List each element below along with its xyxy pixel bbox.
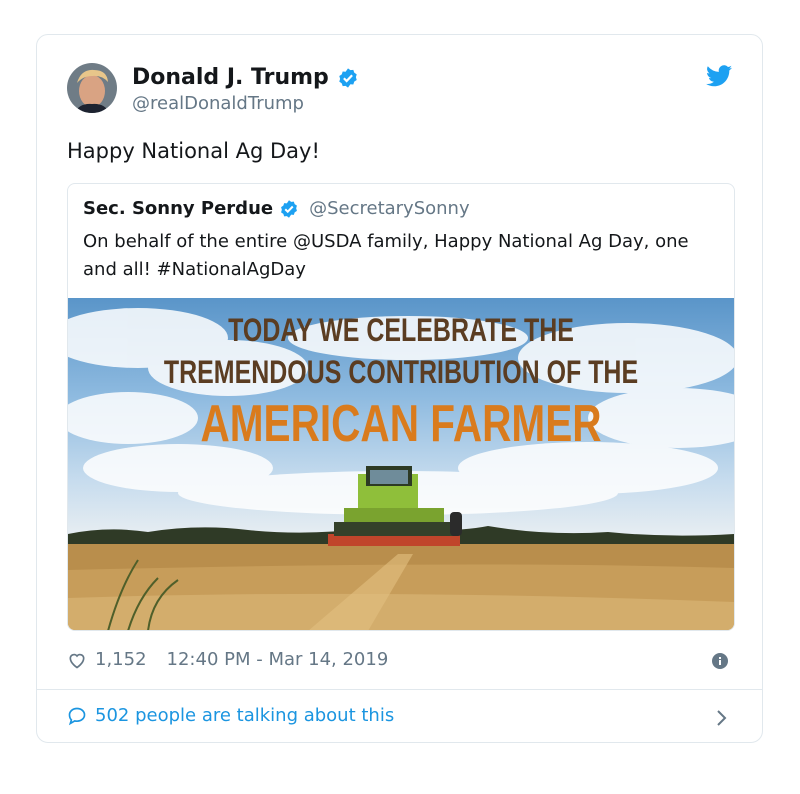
verified-badge-icon [281,199,298,218]
verified-badge-icon [339,67,357,88]
info-icon[interactable] [712,653,728,669]
heart-icon[interactable] [67,650,87,670]
quoted-author-name[interactable]: Sec. Sonny Perdue [83,198,273,219]
embedded-tweet-card: Donald J. Trump @realDonaldTrump Happy N… [36,34,763,743]
tweet-text: Happy National Ag Day! [67,139,320,163]
like-count[interactable]: 1,152 [95,649,147,670]
timestamp[interactable]: 12:40 PM - Mar 14, 2019 [167,649,389,670]
quoted-author-handle[interactable]: @SecretarySonny [309,198,470,219]
author-handle[interactable]: @realDonaldTrump [132,93,304,114]
quoted-tweet-image[interactable]: TODAY WE CELEBRATE THE TREMENDOUS CONTRI… [68,298,734,630]
divider [37,689,762,690]
tweet-meta: 1,152 12:40 PM - Mar 14, 2019 [67,649,388,670]
image-headline-line-1: TODAY WE CELEBRATE THE [228,312,574,348]
image-headline-line-2: TREMENDOUS CONTRIBUTION OF THE [163,354,639,390]
image-headline-line-3: AMERICAN FARMER [200,395,602,453]
author-name-text[interactable]: Donald J. Trump [132,65,329,90]
twitter-bird-icon[interactable] [706,65,732,87]
quoted-tweet[interactable]: Sec. Sonny Perdue @SecretarySonny On beh… [67,183,735,631]
avatar[interactable] [67,63,117,113]
chevron-right-icon[interactable] [714,709,728,727]
conversation-link-text[interactable]: 502 people are talking about this [95,705,394,726]
author-name[interactable]: Donald J. Trump [132,65,359,90]
quoted-tweet-text: On behalf of the entire @USDA family, Ha… [83,231,689,280]
speech-bubble-icon [68,707,86,725]
conversation-link[interactable]: 502 people are talking about this [67,705,394,726]
quoted-tweet-header: Sec. Sonny Perdue @SecretarySonny [83,198,470,219]
